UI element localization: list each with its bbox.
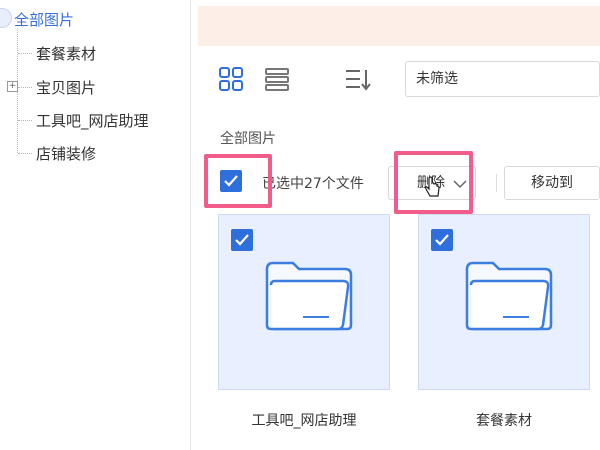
sort-icon[interactable]: [344, 66, 372, 94]
view-toolbar: 未筛选: [198, 56, 600, 106]
expand-plus-icon[interactable]: +: [7, 81, 18, 92]
highlight-box-select-all: [204, 154, 272, 208]
toolbar-divider: [496, 174, 497, 192]
folder-tree-sidebar: 全部图片 套餐素材 + 宝贝图片 工具吧_网店助理 店铺装修: [0, 0, 191, 450]
grid-view-icon[interactable]: [218, 66, 246, 94]
main-panel: 未筛选 全部图片 已选中27个文件 删除 移动到: [198, 0, 600, 450]
tree-item-label: 套餐素材: [36, 45, 97, 63]
folder-name: 套餐素材: [476, 413, 532, 429]
tree-item-label: 宝贝图片: [36, 79, 97, 97]
tree-branch-line: [18, 87, 32, 88]
folder-icon: [465, 261, 553, 331]
tree-branch-line: [18, 53, 32, 54]
folder-name: 工具吧_网店助理: [251, 413, 357, 429]
check-icon: [235, 234, 249, 246]
list-view-icon[interactable]: [264, 66, 292, 94]
folder-card[interactable]: [418, 214, 590, 390]
tree-branch-line: [18, 120, 32, 121]
move-to-button[interactable]: 移动到: [504, 166, 600, 200]
highlight-box-delete: [394, 151, 473, 214]
tree-root-label: 全部图片: [14, 11, 75, 29]
tree-item-label: 工具吧_网店助理: [36, 112, 149, 130]
tree-branch-line: [18, 153, 32, 154]
folder-card[interactable]: [218, 214, 390, 390]
section-title: 全部图片: [220, 131, 276, 147]
selection-count-text: 已选中27个文件: [262, 176, 364, 192]
folder-checkbox[interactable]: [431, 229, 453, 251]
tree-item-label: 店铺装修: [36, 145, 97, 163]
folder-checkbox[interactable]: [231, 229, 253, 251]
folder-icon: [265, 261, 353, 331]
root-node-icon: [0, 8, 12, 28]
notice-banner: [198, 6, 600, 46]
check-icon: [435, 234, 449, 246]
tree-root-all-images[interactable]: 全部图片: [0, 5, 80, 31]
filter-select[interactable]: 未筛选: [405, 61, 600, 97]
